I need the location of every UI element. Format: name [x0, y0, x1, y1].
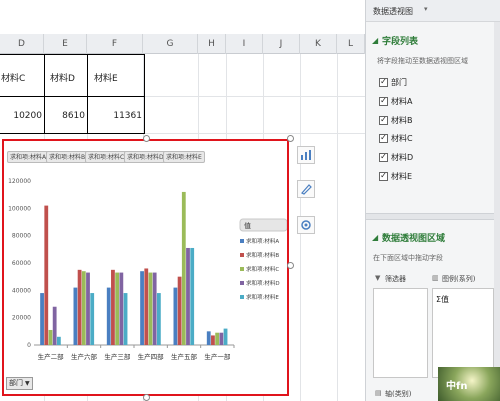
column-header-g[interactable]: G: [143, 34, 198, 54]
fields-collapse-icon[interactable]: ◢: [372, 36, 378, 45]
axis-area-icon: ▤: [375, 389, 382, 397]
column-header-d[interactable]: D: [0, 34, 44, 54]
checkbox-checked-icon[interactable]: ✓: [379, 77, 388, 87]
legend-drop-area[interactable]: Σ值: [432, 288, 494, 378]
scrollbar[interactable]: [494, 22, 500, 401]
column-header-l[interactable]: L: [337, 34, 365, 54]
field-label: 材料A: [391, 96, 413, 106]
legend-value-item[interactable]: Σ值: [436, 294, 449, 305]
field-label: 部门: [391, 77, 407, 87]
chart-highlight-box: [2, 139, 289, 396]
chart-style-button[interactable]: [297, 180, 315, 198]
column-header-i[interactable]: I: [226, 34, 263, 54]
chart-filter-button[interactable]: [297, 216, 315, 234]
field-label: 材料D: [391, 152, 414, 162]
checkbox-checked-icon[interactable]: ✓: [379, 115, 388, 125]
panel-title-bar: 数据透视图 ▾: [366, 0, 500, 22]
watermark-logo: 中fn: [438, 367, 500, 401]
header-cell-material-d[interactable]: 材料D: [50, 71, 75, 84]
header-cell-material-e[interactable]: 材料E: [94, 71, 118, 84]
column-header-h[interactable]: H: [198, 34, 226, 54]
areas-hint: 在下面区域中拖动字段: [373, 254, 443, 262]
column-header-e[interactable]: E: [44, 34, 87, 54]
grid-line: [337, 54, 338, 401]
splitter[interactable]: [366, 213, 500, 220]
value-cell-material-d[interactable]: 8610: [44, 111, 85, 121]
checkbox-checked-icon[interactable]: ✓: [379, 133, 388, 143]
field-item-department[interactable]: ✓ 部门: [379, 75, 407, 89]
gear-icon: [301, 220, 311, 230]
field-item-material-d[interactable]: ✓ 材料D: [379, 150, 413, 164]
resize-handle[interactable]: [287, 262, 294, 269]
axis-area-label: 轴(类别): [385, 390, 412, 398]
filter-funnel-icon: ▼: [375, 274, 381, 282]
field-label: 材料B: [391, 115, 413, 125]
resize-handle[interactable]: [143, 135, 150, 142]
field-item-material-e[interactable]: ✓ 材料E: [379, 169, 412, 183]
field-label: 材料E: [391, 171, 413, 181]
column-header-j[interactable]: J: [263, 34, 300, 54]
panel-title: 数据透视图: [373, 7, 413, 16]
areas-collapse-icon[interactable]: ◢: [372, 233, 378, 242]
panel-menu-icon[interactable]: ▾: [424, 5, 428, 13]
column-header-f[interactable]: F: [87, 34, 143, 54]
chart-elements-icon: [301, 150, 311, 160]
field-label: 材料C: [391, 133, 413, 143]
checkbox-checked-icon[interactable]: ✓: [379, 171, 388, 181]
value-cell-material-c[interactable]: 10200: [0, 111, 42, 121]
column-header-bar: D E F G H I J K L: [0, 34, 365, 54]
fields-hint: 将字段拖动至数据透视图区域: [377, 57, 468, 65]
fields-section-header: 字段列表: [382, 37, 419, 47]
areas-section-header: 数据透视图区域: [382, 234, 446, 244]
legend-area-label: 图例(系列): [442, 275, 476, 283]
resize-handle[interactable]: [287, 135, 294, 142]
watermark-text: 中fn: [446, 381, 468, 392]
column-header-k[interactable]: K: [300, 34, 337, 54]
filter-drop-area[interactable]: [373, 288, 428, 378]
field-item-material-b[interactable]: ✓ 材料B: [379, 113, 413, 127]
legend-area-icon: ▥: [432, 274, 439, 282]
checkbox-checked-icon[interactable]: ✓: [379, 152, 388, 162]
header-cell-material-c[interactable]: 材料C: [1, 71, 25, 84]
brush-icon: [301, 184, 312, 195]
filter-area-label: 筛选器: [385, 275, 406, 283]
resize-handle[interactable]: [143, 394, 150, 401]
checkbox-checked-icon[interactable]: ✓: [379, 96, 388, 106]
value-cell-material-e[interactable]: 11361: [87, 111, 142, 121]
pivot-chart-panel: 数据透视图 ▾ ◢ 字段列表 将字段拖动至数据透视图区域 ✓ 部门 ✓ 材料A ✓ 材…: [365, 0, 500, 401]
field-item-material-c[interactable]: ✓ 材料C: [379, 131, 413, 145]
chart-elements-button[interactable]: [297, 146, 315, 164]
field-item-material-a[interactable]: ✓ 材料A: [379, 94, 412, 108]
